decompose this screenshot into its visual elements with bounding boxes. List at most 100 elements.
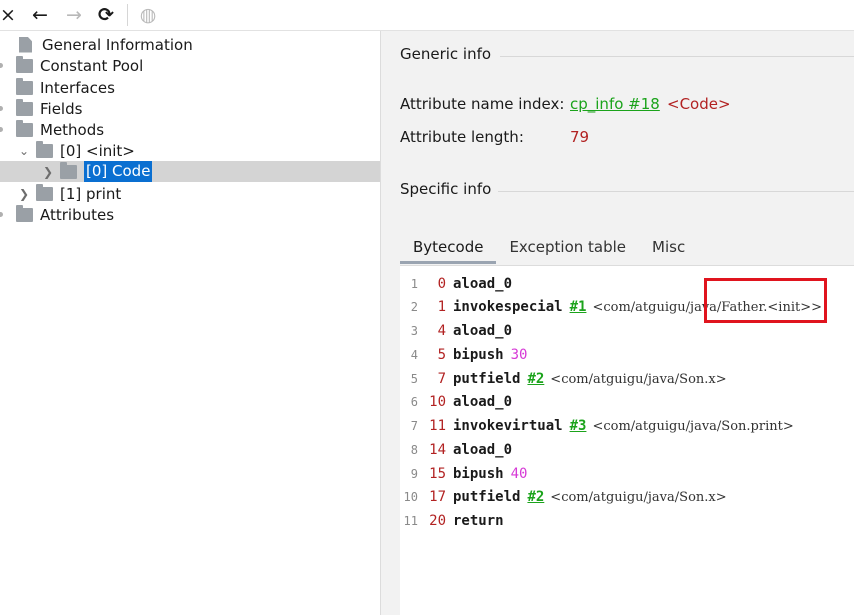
attribute-name-index-label: Attribute name index: xyxy=(400,95,565,113)
expand-dot-icon[interactable] xyxy=(0,127,3,132)
bytecode-offset: 7 xyxy=(437,371,446,387)
tree-item-label: Attributes xyxy=(40,205,115,224)
opcode: invokevirtual xyxy=(453,418,563,434)
tab-exception-table[interactable]: Exception table xyxy=(496,232,639,264)
tree-item-init-method[interactable]: ⌄ [0] <init> xyxy=(16,140,135,161)
bytecode-line: 3 4 aload_0 xyxy=(400,320,854,342)
file-icon xyxy=(19,36,32,53)
line-number: 10 xyxy=(403,490,418,504)
class-structure-tree: General Information Constant Pool Interf… xyxy=(0,31,380,615)
folder-icon xyxy=(16,204,33,222)
tree-item-interfaces[interactable]: Interfaces xyxy=(16,77,115,98)
folder-icon xyxy=(16,77,33,95)
bytecode-line: 7 11 invokevirtual #3 <com/atguigu/java/… xyxy=(400,415,854,437)
red-highlight-box xyxy=(704,278,827,323)
constant-pool-ref-link[interactable]: #2 xyxy=(527,489,544,505)
tree-item-code[interactable]: ❯ [0] Code xyxy=(40,161,153,182)
bytecode-line: 6 10 aload_0 xyxy=(400,391,854,413)
expand-dot-icon[interactable] xyxy=(0,212,3,217)
constant-pool-ref-link[interactable]: #2 xyxy=(527,371,544,387)
expand-dot-icon[interactable] xyxy=(0,63,3,68)
bytecode-line: 9 15 bipush 40 xyxy=(400,463,854,485)
constant-pool-ref-link[interactable]: #3 xyxy=(570,418,587,434)
folder-icon xyxy=(16,119,33,137)
tree-item-constant-pool[interactable]: Constant Pool xyxy=(16,55,143,76)
operand-value: 40 xyxy=(510,466,528,482)
tree-item-print-method[interactable]: ❯ [1] print xyxy=(16,183,121,204)
tree-item-label: General Information xyxy=(42,35,193,54)
specific-info-title: Specific info xyxy=(400,180,492,198)
ref-comment: <com/atguigu/java/Son.x> xyxy=(550,489,727,505)
specific-info-separator xyxy=(498,191,854,192)
attribute-length-label: Attribute length: xyxy=(400,128,524,146)
bytecode-offset: 1 xyxy=(437,299,446,315)
specific-info-tabs: Bytecode Exception table Misc xyxy=(400,232,698,264)
folder-icon xyxy=(16,55,33,73)
bytecode-offset: 5 xyxy=(437,347,446,363)
bytecode-line: 11 20 return xyxy=(400,510,854,532)
line-number: 9 xyxy=(410,467,418,481)
chevron-down-icon[interactable]: ⌄ xyxy=(16,143,32,159)
attribute-name-value: <Code> xyxy=(667,95,731,113)
opcode: putfield xyxy=(453,371,521,387)
opcode: aload_0 xyxy=(453,394,513,410)
line-number: 1 xyxy=(410,277,418,291)
tab-bytecode[interactable]: Bytecode xyxy=(400,232,497,264)
bytecode-offset: 15 xyxy=(429,466,446,482)
bytecode-offset: 4 xyxy=(437,323,446,339)
folder-icon xyxy=(60,161,77,179)
tree-item-methods[interactable]: Methods xyxy=(16,119,104,140)
cp-info-link[interactable]: cp_info #18 xyxy=(570,95,660,113)
bytecode-offset: 10 xyxy=(429,394,446,410)
operand-value: 30 xyxy=(510,347,528,363)
bytecode-line: 8 14 aload_0 xyxy=(400,439,854,461)
tree-item-general-information[interactable]: General Information xyxy=(16,34,193,55)
chevron-right-icon[interactable]: ❯ xyxy=(16,186,32,202)
tree-item-label: [1] print xyxy=(60,184,122,203)
toolbar-separator xyxy=(127,4,128,26)
bytecode-line: 5 7 putfield #2 <com/atguigu/java/Son.x> xyxy=(400,368,854,390)
opcode: aload_0 xyxy=(453,276,513,292)
back-arrow-icon[interactable]: ← xyxy=(28,3,52,27)
tree-item-label: [0] <init> xyxy=(60,141,135,160)
generic-info-title: Generic info xyxy=(400,45,492,63)
line-number: 7 xyxy=(410,419,418,433)
bytecode-offset: 11 xyxy=(429,418,446,434)
line-number: 4 xyxy=(410,348,418,362)
folder-icon xyxy=(16,98,33,116)
web-icon[interactable]: ◍ xyxy=(136,3,160,27)
ref-comment: <com/atguigu/java/Son.x> xyxy=(550,371,727,387)
bytecode-offset: 14 xyxy=(429,442,446,458)
detail-pane: Generic info Attribute name index: cp_in… xyxy=(381,31,854,616)
tree-item-label: [0] Code xyxy=(84,161,153,182)
opcode: aload_0 xyxy=(453,442,513,458)
tree-item-label: Constant Pool xyxy=(40,56,144,75)
line-number: 5 xyxy=(410,372,418,386)
constant-pool-ref-link[interactable]: #1 xyxy=(570,299,587,315)
opcode: invokespecial xyxy=(453,299,563,315)
tree-item-fields[interactable]: Fields xyxy=(16,98,82,119)
tree-item-label: Methods xyxy=(40,120,105,139)
chevron-right-icon[interactable]: ❯ xyxy=(40,164,56,180)
attribute-length-value: 79 xyxy=(570,128,590,146)
tree-item-attributes[interactable]: Attributes xyxy=(16,204,114,225)
folder-icon xyxy=(36,140,53,158)
bytecode-line: 4 5 bipush 30 xyxy=(400,344,854,366)
bytecode-line: 10 17 putfield #2 <com/atguigu/java/Son.… xyxy=(400,486,854,508)
opcode: bipush xyxy=(453,466,504,482)
forward-arrow-icon[interactable]: → xyxy=(62,3,86,27)
close-icon[interactable]: × xyxy=(0,3,20,27)
bytecode-offset: 17 xyxy=(429,489,446,505)
refresh-icon[interactable]: ⟳ xyxy=(94,3,118,27)
toolbar: × ← → ⟳ ◍ xyxy=(0,0,854,31)
expand-dot-icon[interactable] xyxy=(0,106,3,111)
line-number: 8 xyxy=(410,443,418,457)
line-number: 6 xyxy=(410,395,418,409)
bytecode-offset: 20 xyxy=(429,513,446,529)
generic-info-separator xyxy=(500,56,854,57)
opcode: putfield xyxy=(453,489,521,505)
tab-misc[interactable]: Misc xyxy=(639,232,698,264)
folder-icon xyxy=(36,183,53,201)
opcode: aload_0 xyxy=(453,323,513,339)
ref-comment: <com/atguigu/java/Son.print> xyxy=(592,418,794,434)
